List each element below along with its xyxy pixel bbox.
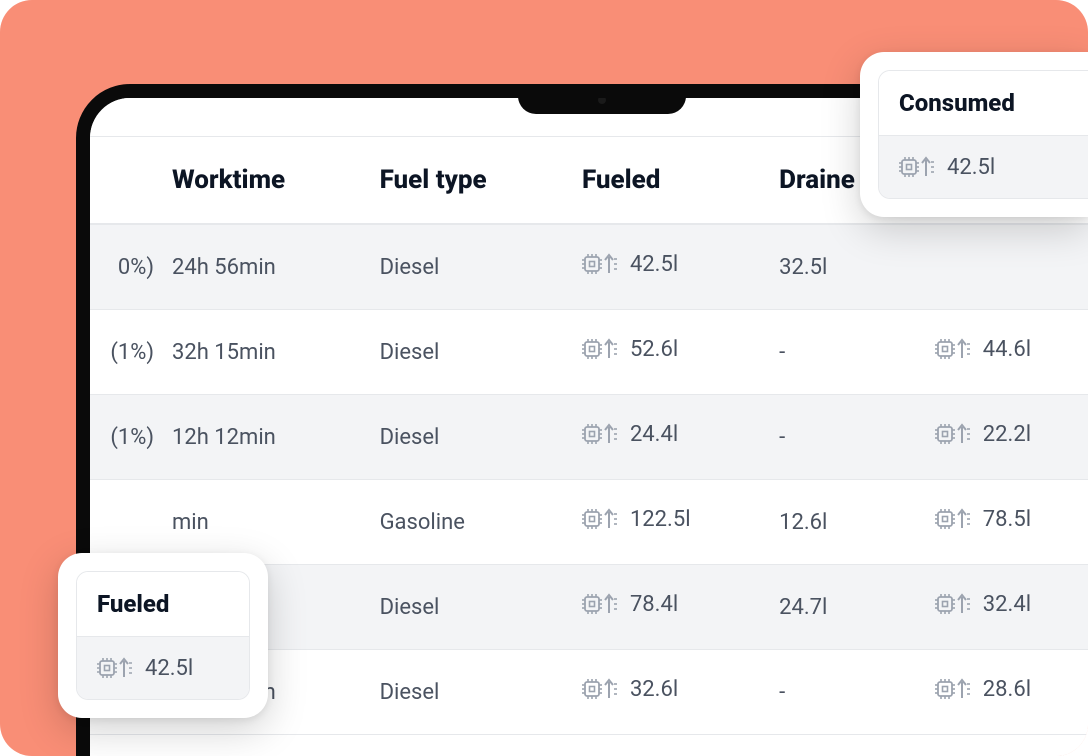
fueled-value: 24.4l [630, 422, 678, 447]
callout-card-consumed: Consumed 42.5l [860, 52, 1088, 217]
cell-drained: - [761, 395, 917, 480]
cell-fueled: 52.6l [564, 310, 761, 395]
cell-pct-fragment: (1%) [90, 310, 154, 395]
cell-consumed: 22.2l [917, 395, 1088, 480]
header-fueltype[interactable]: Fuel type [362, 137, 564, 224]
sensor-chip-icon [935, 591, 973, 617]
table-row[interactable]: (1%)32h 15minDiesel 52.6l - 44.6l [90, 310, 1088, 395]
cell-pct-fragment: (1%) [90, 395, 154, 480]
cell-fueltype: Diesel [362, 565, 564, 650]
fueled-value: 32.6l [630, 677, 678, 702]
cell-consumed [917, 224, 1088, 310]
sensor-chip-icon [935, 336, 973, 362]
sensor-chip-icon [899, 154, 937, 180]
fueled-value: 52.6l [630, 337, 678, 362]
cell-pct-fragment [90, 480, 154, 565]
cell-drained: - [761, 310, 917, 395]
fueled-value: 122.5l [630, 507, 691, 532]
cell-fueltype: Diesel [362, 224, 564, 310]
cell-consumed: 78.5l [917, 480, 1088, 565]
header-fueled[interactable]: Fueled [564, 137, 761, 224]
consumed-value: 78.5l [983, 507, 1031, 532]
cell-worktime: 24h 56min [154, 224, 362, 310]
cell-fueltype: Diesel [362, 310, 564, 395]
callout-title: Consumed [879, 71, 1088, 136]
sensor-chip-icon [582, 591, 620, 617]
cell-consumed: 44.6l [917, 310, 1088, 395]
cell-fueltype: Gasoline [362, 480, 564, 565]
sensor-chip-icon [935, 421, 973, 447]
callout-value: 42.5l [947, 155, 995, 180]
consumed-value: 44.6l [983, 337, 1031, 362]
fueled-value: 42.5l [630, 252, 678, 277]
table-row[interactable]: minGasoline 122.5l 12.6l 78.5l [90, 480, 1088, 565]
cell-consumed: 28.6l [917, 650, 1088, 735]
cell-drained: 12.6l [761, 480, 917, 565]
fueled-value: 78.4l [630, 592, 678, 617]
sensor-chip-icon [582, 336, 620, 362]
consumed-value: 32.4l [983, 592, 1031, 617]
cell-drained: 32.5l [761, 224, 917, 310]
cell-fueltype: Diesel [362, 650, 564, 735]
sensor-chip-icon [97, 655, 135, 681]
cell-fueltype: Diesel [362, 395, 564, 480]
cell-fueled: 32.6l [564, 650, 761, 735]
cell-worktime: 12h 12min [154, 395, 362, 480]
cell-fueled: 78.4l [564, 565, 761, 650]
consumed-value: 22.2l [983, 422, 1031, 447]
sensor-chip-icon [935, 506, 973, 532]
device-notch [518, 84, 686, 114]
cell-drained: - [761, 650, 917, 735]
sensor-chip-icon [582, 676, 620, 702]
cell-drained: 24.7l [761, 565, 917, 650]
cell-pct-fragment: 0%) [90, 224, 154, 310]
promo-background: Worktime Fuel type Fueled Draine 0%)24h … [0, 0, 1088, 756]
sensor-chip-icon [582, 421, 620, 447]
cell-consumed: 32.4l [917, 565, 1088, 650]
cell-worktime: min [154, 480, 362, 565]
callout-title: Fueled [77, 572, 249, 637]
table-row[interactable]: (1%)12h 12minDiesel 24.4l - 22.2l [90, 395, 1088, 480]
callout-card-fueled: Fueled 42.5l [58, 553, 268, 718]
cell-fueled: 24.4l [564, 395, 761, 480]
sensor-chip-icon [935, 676, 973, 702]
callout-value: 42.5l [145, 656, 193, 681]
cell-fueled: 122.5l [564, 480, 761, 565]
sensor-chip-icon [582, 506, 620, 532]
cell-worktime: 32h 15min [154, 310, 362, 395]
header-worktime[interactable]: Worktime [154, 137, 362, 224]
table-row[interactable]: 0%)24h 56minDiesel 42.5l 32.5l [90, 224, 1088, 310]
consumed-value: 28.6l [983, 677, 1031, 702]
sensor-chip-icon [582, 251, 620, 277]
cell-fueled: 42.5l [564, 224, 761, 310]
